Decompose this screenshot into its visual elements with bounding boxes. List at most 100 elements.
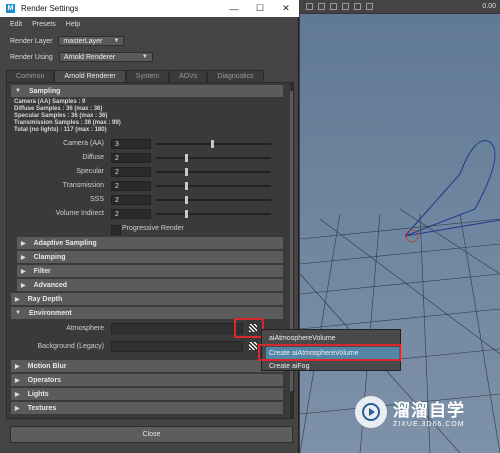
slider-track[interactable] — [156, 157, 271, 159]
atmosphere-field[interactable] — [111, 323, 243, 334]
slider-label: Transmission — [62, 182, 104, 189]
window-title: Render Settings — [21, 4, 79, 13]
expand-triangle-icon: ▶ — [15, 296, 20, 303]
slider-value-field[interactable]: 2 — [111, 209, 151, 219]
section-clamping[interactable]: ▶ Clamping — [17, 251, 283, 263]
tab-aovs[interactable]: AOVs — [169, 70, 208, 82]
section-label: Environment — [28, 309, 72, 317]
light-icon[interactable] — [342, 3, 349, 10]
slider-value-field[interactable]: 2 — [111, 153, 151, 163]
render-layer-dropdown[interactable]: masterLayer ▼ — [58, 36, 125, 46]
slider-value-field[interactable]: 2 — [111, 167, 151, 177]
section-label: Motion Blur — [27, 362, 67, 370]
section-filter[interactable]: ▶ Filter — [17, 265, 283, 277]
render-layer-row: Render Layer masterLayer ▼ — [10, 36, 125, 46]
watermark-url: ZIXUE.3D66.COM — [393, 421, 465, 428]
section-motion-blur[interactable]: ▶ Motion Blur — [11, 360, 283, 372]
camera-icon[interactable] — [306, 3, 313, 10]
expand-triangle-icon: ▶ — [15, 391, 20, 398]
section-label: Lights — [27, 390, 49, 398]
tab-arnold-renderer[interactable]: Arnold Renderer — [54, 70, 126, 82]
slider-handle[interactable] — [184, 210, 188, 218]
render-using-dropdown[interactable]: Arnold Renderer ▼ — [58, 52, 153, 62]
collapse-triangle-icon: ▼ — [15, 310, 21, 316]
sampling-info-line: Transmission Samples : 36 (max : 99) — [14, 120, 121, 126]
atmosphere-label: Atmosphere — [66, 325, 104, 332]
slider-handle[interactable] — [184, 196, 188, 204]
chevron-down-icon: ▼ — [141, 54, 148, 60]
progressive-render-label: Progressive Render — [122, 225, 184, 232]
slider-value-field[interactable]: 2 — [111, 181, 151, 191]
viewport-toolbar: 0.00 — [300, 0, 500, 14]
section-lights[interactable]: ▶ Lights — [11, 388, 283, 400]
shading-icon[interactable] — [330, 3, 337, 10]
section-operators[interactable]: ▶ Operators — [11, 374, 283, 386]
close-window-button[interactable]: ✕ — [273, 0, 299, 17]
render-using-label: Render Using — [10, 53, 53, 61]
sampling-info-line: Diffuse Samples : 36 (max : 36) — [14, 106, 103, 112]
tab-system[interactable]: System — [125, 70, 170, 82]
render-using-row: Render Using Arnold Renderer ▼ — [10, 52, 153, 62]
menu-edit[interactable]: Edit — [10, 21, 22, 28]
sampling-info-line: Specular Samples : 36 (max : 36) — [14, 113, 108, 119]
slider-label: SSS — [89, 196, 104, 203]
render-settings-window: M Render Settings — ☐ ✕ Edit Presets Hel… — [0, 0, 299, 453]
tab-common[interactable]: Common — [6, 70, 55, 82]
slider-value-field[interactable]: 3 — [111, 139, 151, 149]
slider-handle[interactable] — [211, 140, 215, 148]
section-textures[interactable]: ▶ Textures — [11, 402, 283, 414]
section-label: Adaptive Sampling — [33, 239, 97, 247]
render-layer-value: masterLayer — [63, 37, 103, 45]
chevron-down-icon: ▼ — [113, 38, 120, 44]
section-label: Textures — [27, 404, 57, 412]
section-sampling-label: Sampling — [28, 87, 61, 95]
render-using-value: Arnold Renderer — [63, 53, 116, 61]
minimize-button[interactable]: — — [221, 0, 247, 17]
tab-diagnostics[interactable]: Diagnostics — [207, 70, 264, 82]
watermark-cn: 溜溜自学 — [393, 401, 465, 420]
expand-triangle-icon: ▶ — [21, 268, 26, 275]
highlight-box — [234, 318, 264, 338]
slider-label: Diffuse — [82, 154, 104, 161]
isolate-icon[interactable] — [366, 3, 373, 10]
maya-viewport[interactable]: 0.00 — [300, 0, 500, 453]
play-logo-icon — [355, 396, 387, 428]
maximize-button[interactable]: ☐ — [247, 0, 273, 17]
section-label: Advanced — [33, 281, 68, 289]
expand-triangle-icon: ▶ — [21, 240, 26, 247]
maya-icon: M — [6, 4, 15, 13]
grid-icon[interactable] — [318, 3, 325, 10]
map-button-icon[interactable] — [249, 342, 257, 350]
close-button[interactable]: Close — [10, 426, 293, 443]
section-advanced[interactable]: ▶ Advanced — [17, 279, 283, 291]
section-label: Operators — [27, 376, 62, 384]
section-label: Filter — [33, 267, 51, 275]
render-layer-label: Render Layer — [10, 37, 53, 45]
expand-triangle-icon: ▶ — [15, 405, 20, 412]
slider-handle[interactable] — [184, 154, 188, 162]
section-ray-depth[interactable]: ▶ Ray Depth — [11, 293, 283, 305]
slider-handle[interactable] — [184, 168, 188, 176]
popup-item-create-ai-fog[interactable]: Create aiFog — [266, 360, 399, 372]
section-adaptive-sampling[interactable]: ▶ Adaptive Sampling — [17, 237, 283, 249]
texture-icon[interactable] — [354, 3, 361, 10]
slider-handle[interactable] — [184, 182, 188, 190]
menu-presets[interactable]: Presets — [32, 21, 56, 28]
expand-triangle-icon: ▶ — [15, 377, 20, 384]
sampling-info-line: Camera (AA) Samples : 9 — [14, 99, 86, 105]
exposure-readout: 0.00 — [482, 3, 496, 10]
section-sampling[interactable]: ▼ Sampling — [11, 85, 283, 97]
popup-item-ai-atmosphere-volume[interactable]: aiAtmosphereVolume — [266, 332, 399, 344]
slider-track[interactable] — [156, 199, 271, 201]
menu-help[interactable]: Help — [66, 21, 80, 28]
title-bar[interactable]: M Render Settings — ☐ ✕ — [0, 0, 299, 17]
watermark: 溜溜自学 ZIXUE.3D66.COM — [355, 392, 490, 432]
background-field[interactable] — [111, 341, 243, 352]
slider-track[interactable] — [156, 171, 271, 173]
progressive-render-checkbox[interactable] — [111, 225, 121, 235]
slider-value-field[interactable]: 2 — [111, 195, 151, 205]
viewport-grid — [300, 140, 500, 453]
expand-triangle-icon: ▶ — [21, 282, 26, 289]
slider-track[interactable] — [156, 213, 271, 215]
slider-track[interactable] — [156, 185, 271, 187]
